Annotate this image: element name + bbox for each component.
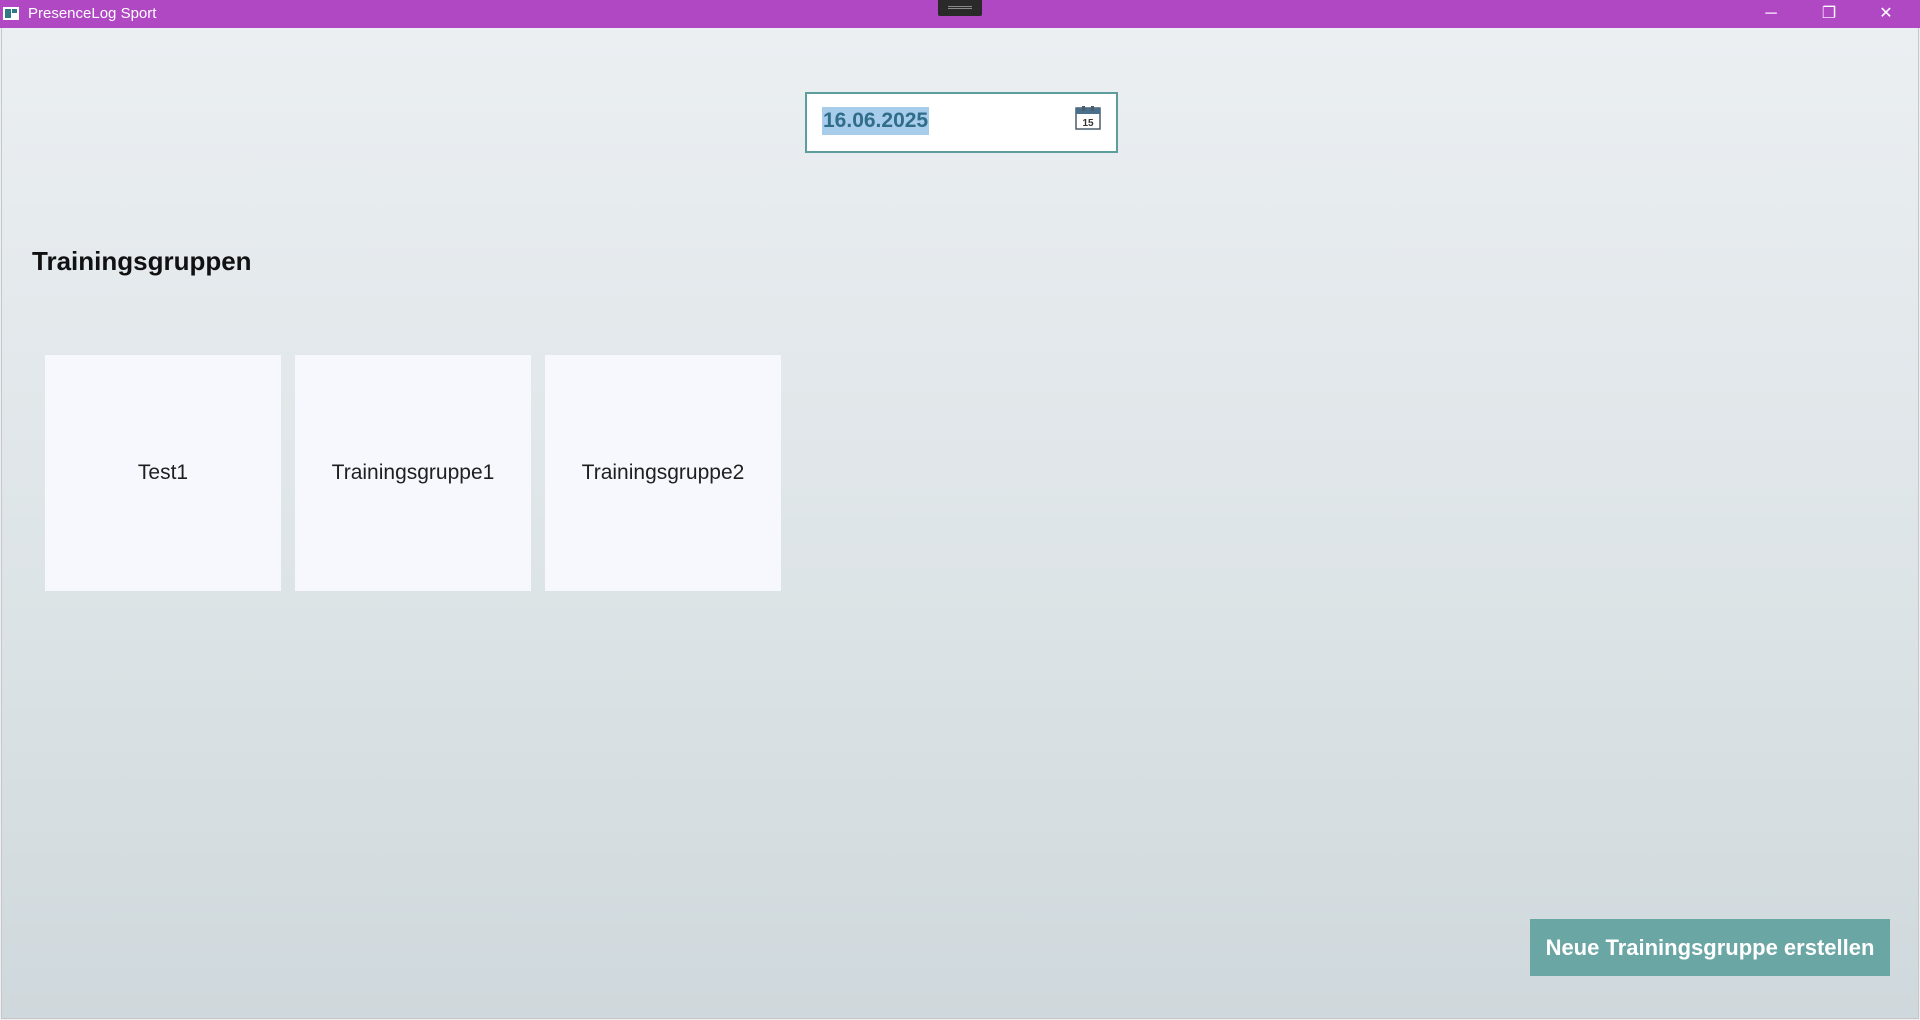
close-button[interactable]: ✕: [1858, 0, 1914, 28]
group-card-test1[interactable]: Test1: [45, 355, 281, 591]
calendar-icon[interactable]: 15: [1075, 106, 1101, 130]
date-picker[interactable]: 16.06.2025 15: [805, 92, 1118, 153]
group-card-trainingsgruppe2[interactable]: Trainingsgruppe2: [545, 355, 781, 591]
calendar-day-label: 15: [1082, 118, 1094, 129]
window-title: PresenceLog Sport: [28, 5, 157, 22]
main-content: 16.06.2025 15 Trainingsgruppen Test1 Tra…: [1, 28, 1919, 1019]
title-bar[interactable]: PresenceLog Sport ─ ❐ ✕: [0, 0, 1920, 28]
app-icon: [3, 7, 19, 20]
maximize-button[interactable]: ❐: [1801, 0, 1857, 28]
drag-handle-icon[interactable]: [938, 0, 982, 16]
date-input[interactable]: 16.06.2025: [822, 107, 930, 135]
group-card-trainingsgruppe1[interactable]: Trainingsgruppe1: [295, 355, 531, 591]
create-group-button[interactable]: Neue Trainingsgruppe erstellen: [1530, 919, 1890, 976]
section-title: Trainingsgruppen: [32, 246, 252, 276]
minimize-button[interactable]: ─: [1743, 0, 1799, 28]
